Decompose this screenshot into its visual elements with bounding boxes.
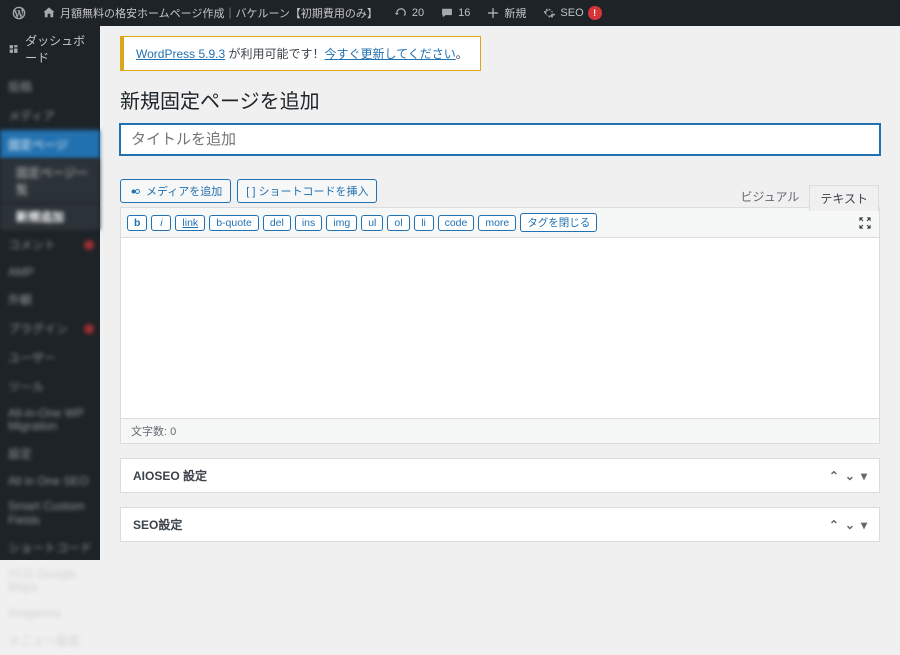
panel-aioseo: AIOSEO 設定 ⌃ ⌄ ▾: [120, 458, 880, 493]
qt-ins[interactable]: ins: [295, 215, 322, 231]
panel-title: AIOSEO 設定: [133, 467, 207, 484]
update-notice: WordPress 5.9.3 が利用可能です！今すぐ更新してください。: [120, 36, 481, 71]
refresh-icon: [394, 6, 408, 20]
content-textarea[interactable]: [121, 238, 879, 418]
dashboard-icon: [8, 42, 19, 56]
qt-code[interactable]: code: [438, 215, 475, 231]
qt-close-tags[interactable]: タグを閉じる: [520, 213, 597, 232]
home-icon: [42, 6, 56, 20]
sidebar-item[interactable]: 設定: [0, 439, 100, 468]
comments-count: 16: [458, 7, 470, 19]
qt-more[interactable]: more: [478, 215, 516, 231]
qt-ol[interactable]: ol: [387, 215, 409, 231]
gear-icon: [542, 6, 556, 20]
updates-link[interactable]: 20: [388, 0, 430, 26]
sidebar-item[interactable]: YCG GoogleMaps: [0, 562, 100, 600]
sidebar-item[interactable]: 投稿: [0, 72, 100, 101]
sidebar-item-pages[interactable]: 固定ページ: [0, 130, 100, 159]
comment-icon: [440, 6, 454, 20]
comments-link[interactable]: 16: [434, 0, 476, 26]
move-down-icon[interactable]: ⌄: [845, 469, 855, 483]
sidebar-item[interactable]: ツール: [0, 372, 100, 401]
add-media-button[interactable]: メディアを追加: [120, 179, 231, 203]
sidebar-item-dashboard[interactable]: ダッシュボード: [0, 26, 100, 72]
move-up-icon[interactable]: ⌃: [829, 469, 839, 483]
admin-sidebar: ダッシュボード 投稿 メディア 固定ページ 固定ページ一覧 新規追加 コメント …: [0, 26, 100, 560]
site-title: 月額無料の格安ホームページ作成｜バケルーン【初期費用のみ】: [60, 5, 378, 21]
admin-bar: 月額無料の格安ホームページ作成｜バケルーン【初期費用のみ】 20 16 新規 S…: [0, 0, 900, 26]
page-title: 新規固定ページを追加: [120, 85, 880, 114]
wordpress-icon: [12, 6, 26, 20]
qt-del[interactable]: del: [263, 215, 291, 231]
panel-title: SEO設定: [133, 516, 182, 533]
sidebar-subitem[interactable]: 固定ページ一覧: [0, 159, 100, 203]
qt-b[interactable]: b: [127, 215, 147, 231]
word-count: 文字数: 0: [121, 418, 879, 443]
move-down-icon[interactable]: ⌄: [845, 518, 855, 532]
sidebar-item[interactable]: コメント: [0, 230, 100, 259]
qt-i[interactable]: i: [151, 215, 171, 231]
sidebar-item[interactable]: All-in-One WPMigration: [0, 401, 100, 439]
sidebar-item[interactable]: メディア: [0, 101, 100, 130]
sidebar-item[interactable]: ショートコード: [0, 533, 100, 562]
sidebar-item[interactable]: ユーザー: [0, 343, 100, 372]
site-home-link[interactable]: 月額無料の格安ホームページ作成｜バケルーン【初期費用のみ】: [36, 0, 384, 26]
main-content: WordPress 5.9.3 が利用可能です！今すぐ更新してください。 新規固…: [100, 26, 900, 560]
quicktags-toolbar: b i link b-quote del ins img ul ol li co…: [121, 208, 879, 238]
qt-img[interactable]: img: [326, 215, 357, 231]
toggle-icon[interactable]: ▾: [861, 518, 867, 532]
sidebar-item[interactable]: Imagenes: [0, 600, 100, 626]
qt-li[interactable]: li: [414, 215, 434, 231]
sidebar-item[interactable]: メニュー設定: [0, 626, 100, 655]
update-now-link[interactable]: 今すぐ更新してください: [325, 47, 456, 61]
qt-link[interactable]: link: [175, 215, 205, 231]
sidebar-item[interactable]: All in One SEO: [0, 468, 100, 494]
plus-icon: [486, 6, 500, 20]
seo-link[interactable]: SEO !: [536, 0, 607, 26]
tab-visual[interactable]: ビジュアル: [731, 184, 810, 210]
sidebar-item[interactable]: Smart CustomFields: [0, 494, 100, 532]
sidebar-dashboard-label: ダッシュボード: [25, 32, 92, 66]
tab-text[interactable]: テキスト: [809, 185, 879, 211]
media-icon: [129, 185, 142, 198]
sidebar-item[interactable]: 外観: [0, 285, 100, 314]
toggle-icon[interactable]: ▾: [861, 469, 867, 483]
wp-logo[interactable]: [6, 0, 32, 26]
sidebar-subitem[interactable]: 新規追加: [0, 203, 100, 230]
editor-container: ビジュアル テキスト b i link b-quote del ins img …: [120, 207, 880, 444]
panel-seo: SEO設定 ⌃ ⌄ ▾: [120, 507, 880, 542]
post-title-input[interactable]: [120, 124, 880, 155]
sidebar-item[interactable]: AMP: [0, 259, 100, 285]
qt-bquote[interactable]: b-quote: [209, 215, 259, 231]
new-content-link[interactable]: 新規: [480, 0, 532, 26]
new-label: 新規: [504, 5, 526, 21]
seo-alert-badge: !: [588, 6, 602, 20]
move-up-icon[interactable]: ⌃: [829, 518, 839, 532]
updates-count: 20: [412, 7, 424, 19]
qt-ul[interactable]: ul: [361, 215, 383, 231]
panel-seo-header[interactable]: SEO設定 ⌃ ⌄ ▾: [121, 508, 879, 541]
fullscreen-icon[interactable]: [857, 215, 873, 231]
insert-shortcode-button[interactable]: [ ] ショートコードを挿入: [237, 179, 377, 203]
editor-tabs: ビジュアル テキスト: [731, 184, 879, 210]
sidebar-item[interactable]: プラグイン: [0, 314, 100, 343]
wp-version-link[interactable]: WordPress 5.9.3: [136, 47, 225, 61]
seo-label: SEO: [560, 7, 583, 19]
panel-aioseo-header[interactable]: AIOSEO 設定 ⌃ ⌄ ▾: [121, 459, 879, 492]
